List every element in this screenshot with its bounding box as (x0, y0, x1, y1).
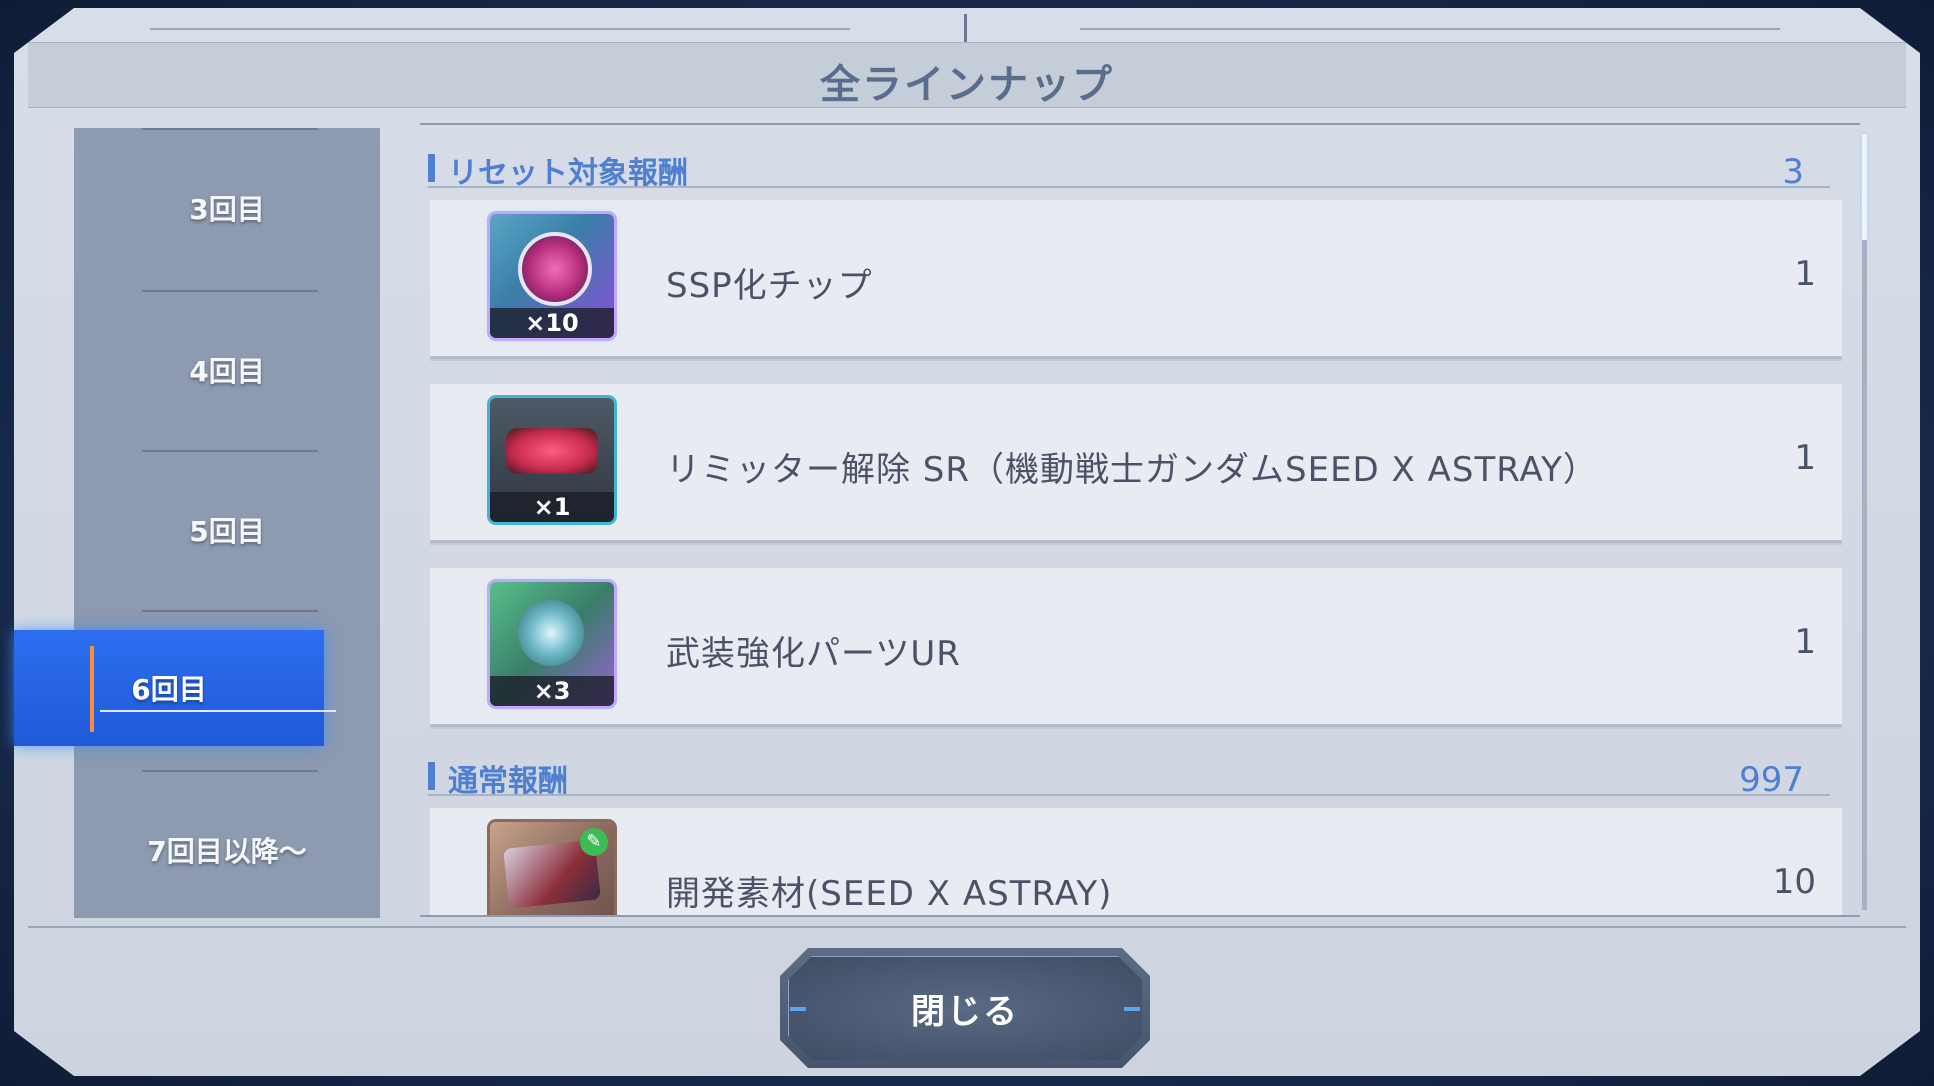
reward-quantity: 10 (1772, 862, 1816, 902)
sidebar-item-label: 3回目 (189, 193, 265, 226)
item-count-badge: ×3 (490, 676, 614, 706)
content-bottom-rule (420, 915, 1860, 917)
reward-row[interactable]: ×3 武装強化パーツUR 1 (430, 568, 1842, 727)
section-title: 通常報酬 (448, 764, 568, 799)
reward-quantity: 1 (1794, 622, 1816, 662)
section-count: 3 (1782, 152, 1804, 192)
section-accent-bar (428, 154, 435, 182)
reward-name: SSP化チップ (666, 266, 873, 306)
reward-name: 開発素材(SEED X ASTRAY) (666, 874, 1113, 914)
close-button[interactable]: 閉じる (780, 948, 1150, 1068)
section-title: リセット対象報酬 (448, 156, 688, 191)
limiter-release-icon: ×1 (490, 398, 614, 522)
item-count-badge: ×10 (490, 308, 614, 338)
ssp-chip-icon: ×10 (490, 214, 614, 338)
sidebar-item-round-7-plus[interactable]: 7回目以降〜 (74, 770, 380, 930)
sidebar-item-round-5[interactable]: 5回目 (74, 450, 380, 610)
active-tab-marker (90, 646, 94, 732)
reward-quantity: 1 (1794, 438, 1816, 478)
scrollbar-track[interactable] (1862, 134, 1867, 910)
parts-emblem-icon (518, 600, 584, 666)
reward-name: リミッター解除 SR（機動戦士ガンダムSEED X ASTRAY） (666, 450, 1598, 490)
close-button-label: 閉じる (911, 992, 1019, 1032)
decor-line-left (150, 28, 850, 30)
sidebar-item-round-4[interactable]: 4回目 (74, 290, 380, 450)
round-sidebar: 3回目 4回目 5回目 7回目以降〜 (74, 128, 380, 918)
decor-line-right (1080, 28, 1780, 30)
sidebar-item-label: 6回目 (131, 673, 207, 706)
armament-parts-icon: ×3 (490, 582, 614, 706)
wrench-icon: ✎ (580, 828, 608, 856)
section-count: 997 (1739, 760, 1804, 800)
sidebar-item-label: 5回目 (189, 515, 265, 548)
page-title: 全ラインナップ (820, 62, 1114, 108)
reward-row[interactable]: ✎ ×1 開発素材(SEED X ASTRAY) 10 (430, 808, 1842, 916)
section-accent-bar (428, 762, 435, 790)
reward-name: 武装強化パーツUR (666, 634, 961, 674)
section-header: リセット対象報酬 3 (428, 134, 1830, 192)
scrollbar-thumb[interactable] (1862, 134, 1867, 240)
visor-emblem-icon (506, 428, 598, 474)
sidebar-divider (142, 610, 318, 612)
reward-quantity: 1 (1794, 254, 1816, 294)
sidebar-item-round-6[interactable]: 6回目 (14, 630, 324, 746)
sidebar-item-round-3[interactable]: 3回目 (74, 128, 380, 288)
section-header: 通常報酬 997 (428, 742, 1830, 800)
ssp-emblem-icon (518, 232, 592, 306)
item-count-badge: ×1 (490, 492, 614, 522)
sidebar-item-label: 7回目以降〜 (147, 835, 307, 868)
development-material-icon: ✎ ×1 (490, 822, 614, 916)
reward-row[interactable]: ×10 SSP化チップ 1 (430, 200, 1842, 359)
reward-list[interactable]: リセット対象報酬 3 ×10 SSP化チップ 1 ×1 リミッター解除 SR（機… (420, 124, 1856, 916)
active-tab-underline (100, 710, 336, 712)
sidebar-item-label: 4回目 (189, 355, 265, 388)
footer-rule (28, 926, 1906, 928)
reward-row[interactable]: ×1 リミッター解除 SR（機動戦士ガンダムSEED X ASTRAY） 1 (430, 384, 1842, 543)
